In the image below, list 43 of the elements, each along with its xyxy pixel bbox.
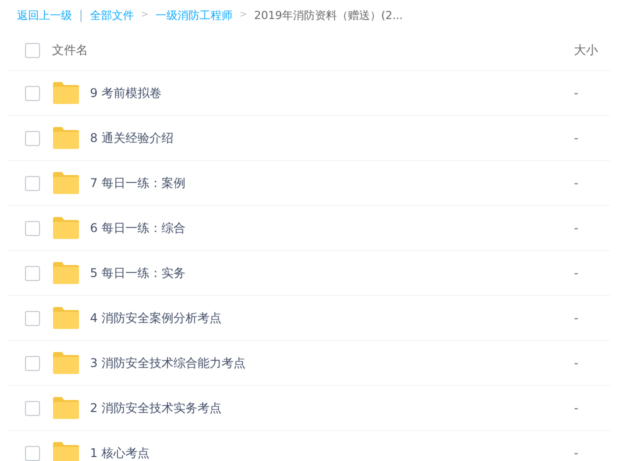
current-folder[interactable]: 2019年消防资料（赠送）(2... bbox=[254, 8, 403, 22]
folder-icon bbox=[52, 217, 79, 239]
folder-icon bbox=[52, 397, 79, 419]
row-checkbox[interactable] bbox=[25, 356, 40, 370]
folder-icon bbox=[52, 307, 79, 329]
file-size: - bbox=[574, 86, 580, 100]
row-checkbox[interactable] bbox=[25, 176, 40, 190]
arrow-separator: > bbox=[240, 10, 248, 20]
row-checkbox[interactable] bbox=[25, 130, 40, 146]
folder-name[interactable]: 7 每日一练：案例 bbox=[90, 174, 574, 192]
folder-name[interactable]: 8 通关经验介绍 bbox=[90, 130, 574, 146]
row-checkbox[interactable] bbox=[25, 220, 40, 236]
column-header: 文件名 bbox=[52, 42, 89, 59]
row-checkbox[interactable] bbox=[25, 400, 40, 416]
folder-icon bbox=[52, 442, 79, 461]
folder-icon bbox=[52, 352, 79, 374]
folder-name[interactable]: 2 消防安全技术实务考点 bbox=[90, 400, 574, 416]
select-all-checkbox[interactable] bbox=[25, 43, 40, 58]
file-size: - bbox=[574, 311, 580, 325]
row-checkbox[interactable] bbox=[25, 446, 40, 460]
file-size: - bbox=[574, 131, 580, 145]
folder-name[interactable]: 1 核心考点 bbox=[90, 444, 574, 461]
file-size: - bbox=[574, 221, 580, 235]
row-checkbox[interactable] bbox=[25, 310, 40, 326]
row-checkbox[interactable] bbox=[25, 86, 40, 100]
folder-name[interactable]: 4 消防安全案例分析考点 bbox=[90, 310, 574, 326]
folder-icon bbox=[52, 127, 79, 149]
file-size: - bbox=[574, 446, 580, 460]
folder-icon bbox=[52, 82, 79, 104]
folder-name[interactable]: 6 每日一练：综合 bbox=[90, 220, 574, 236]
row-checkbox[interactable] bbox=[25, 266, 40, 280]
file-size: - bbox=[574, 266, 580, 280]
separator: | bbox=[79, 8, 84, 22]
folder-name[interactable]: 3 消防安全技术综合能力考点 bbox=[90, 354, 574, 372]
file-size: - bbox=[574, 356, 580, 370]
file-size: - bbox=[574, 176, 580, 190]
folder-name[interactable]: 9 考前模拟卷 bbox=[90, 84, 574, 102]
file-size: - bbox=[574, 401, 580, 415]
folder-name[interactable]: 5 每日一练：实务 bbox=[90, 264, 574, 282]
folder-icon bbox=[52, 172, 79, 194]
arrow-separator: > bbox=[141, 10, 149, 20]
folder-icon bbox=[52, 262, 79, 284]
column-header: 大小 bbox=[574, 42, 599, 59]
